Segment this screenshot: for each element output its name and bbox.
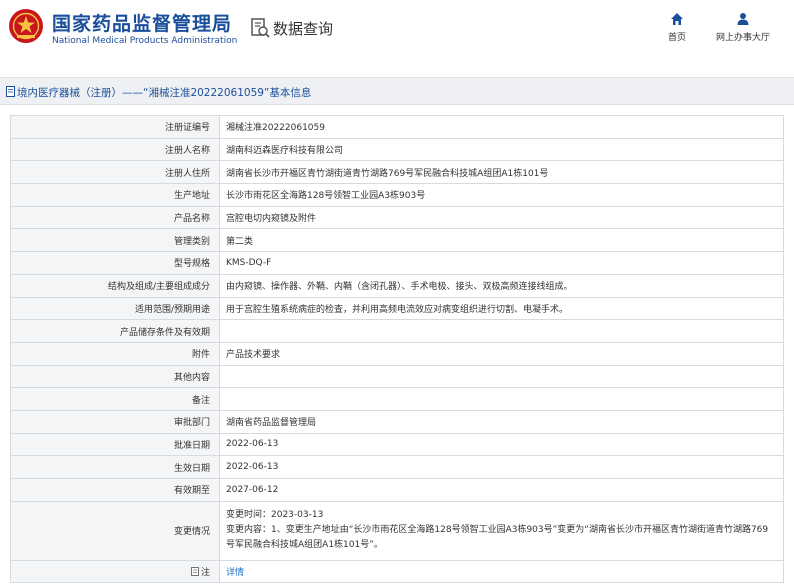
- field-value: KMS-DQ-F: [219, 251, 784, 275]
- table-row: 产品名称 宫腔电切内窥镜及附件: [10, 205, 784, 230]
- field-value: 由内窥镜、操作器、外鞘、内鞘（含闭孔器）、手术电极、接头、双极高频连接线组成。: [219, 273, 784, 298]
- field-value: 用于宫腔生殖系统病症的检查，并利用高频电流效应对病变组织进行切割、电凝手术。: [219, 296, 784, 321]
- field-value: 2022-06-13: [219, 455, 784, 479]
- change-time: 变更时间：2023-03-13: [226, 510, 324, 521]
- change-value: 变更时间：2023-03-13 变更内容：1、变更生产地址由“长沙市雨花区全海路…: [219, 500, 784, 561]
- table-row: 生产地址 长沙市雨花区全海路128号领智工业园A3栋903号: [10, 183, 784, 207]
- field-value: 湖南科迈森医疗科技有限公司: [219, 137, 784, 162]
- field-label: 生产地址: [10, 183, 220, 207]
- field-label: 审批部门: [10, 409, 220, 434]
- field-label: 产品名称: [10, 205, 220, 230]
- field-label: 注册证编号: [10, 115, 220, 139]
- table-row: 批准日期 2022-06-13: [10, 432, 784, 457]
- details-link[interactable]: 详情: [226, 568, 244, 578]
- field-label: 注册人名称: [10, 137, 220, 162]
- field-label: 其他内容: [10, 364, 220, 389]
- field-value: 宫腔电切内窥镜及附件: [219, 205, 784, 230]
- field-label: 附件: [10, 341, 220, 366]
- query-title: 数据查询: [273, 20, 334, 38]
- site-header: 国家药品监督管理局 National Medical Products Admi…: [0, 0, 794, 62]
- field-value: 湖南省长沙市开福区青竹湖街道青竹湖路769号军民融合科技城A组团A1栋101号: [219, 160, 784, 185]
- field-value: 湖南省药品监督管理局: [219, 409, 784, 434]
- note-value: 详情: [219, 559, 784, 584]
- table-row: 型号规格 KMS-DQ-F: [10, 251, 784, 275]
- site-title: 国家药品监督管理局: [52, 13, 233, 35]
- table-row: 注册证编号 湘械注准20222061059: [10, 115, 784, 139]
- table-row: 管理类别 第二类: [10, 228, 784, 253]
- change-content: 变更内容：1、变更生产地址由“长沙市雨花区全海路128号领智工业园A3栋903号…: [226, 525, 769, 551]
- field-label: 管理类别: [10, 228, 220, 253]
- table-row: 备注: [10, 387, 784, 411]
- document-icon: [6, 86, 15, 97]
- table-row: 产品储存条件及有效期: [10, 319, 784, 343]
- table-row: 注册人住所 湖南省长沙市开福区青竹湖街道青竹湖路769号军民融合科技城A组团A1…: [10, 160, 784, 185]
- nav-online-hall-label: 网上办事大厅: [715, 33, 770, 43]
- table-row: 生效日期 2022-06-13: [10, 455, 784, 479]
- note-row: 注 详情: [10, 559, 784, 584]
- field-value: 湘械注准20222061059: [219, 115, 784, 139]
- field-label: 有效期至: [10, 478, 220, 502]
- field-label: 注册人住所: [10, 160, 220, 185]
- table-row: 审批部门 湖南省药品监督管理局: [10, 409, 784, 434]
- change-row: 变更情况 变更时间：2023-03-13 变更内容：1、变更生产地址由“长沙市雨…: [10, 500, 784, 561]
- table-row: 附件 产品技术要求: [10, 341, 784, 366]
- user-icon: [737, 13, 749, 25]
- field-value: 2022-06-13: [219, 432, 784, 457]
- detail-table: 注册证编号 湘械注准20222061059 注册人名称 湖南科迈森医疗科技有限公…: [10, 115, 784, 584]
- note-icon: [191, 567, 199, 576]
- field-label: 适用范围/预期用途: [10, 296, 220, 321]
- field-value: 长沙市雨花区全海路128号领智工业园A3栋903号: [219, 183, 784, 207]
- field-value: [219, 319, 784, 343]
- table-row: 有效期至 2027-06-12: [10, 478, 784, 502]
- nav-online-hall[interactable]: 网上办事大厅: [710, 12, 776, 43]
- site-subtitle: National Medical Products Administration: [52, 36, 238, 46]
- record-title: 境内医疗器械（注册）——“湘械注准20222061059”基本信息: [17, 87, 312, 99]
- record-title-bar: 境内医疗器械（注册）——“湘械注准20222061059”基本信息: [0, 77, 794, 105]
- table-row: 适用范围/预期用途 用于宫腔生殖系统病症的检查，并利用高频电流效应对病变组织进行…: [10, 296, 784, 321]
- field-label: 备注: [10, 387, 220, 411]
- note-label-text: 注: [200, 568, 210, 579]
- field-value: 第二类: [219, 228, 784, 253]
- field-label: 产品储存条件及有效期: [10, 319, 220, 343]
- field-value: 产品技术要求: [219, 341, 784, 366]
- field-value: [219, 387, 784, 411]
- nav-home-label: 首页: [667, 33, 686, 43]
- emblem-logo[interactable]: [8, 8, 44, 44]
- nav-home[interactable]: 首页: [662, 12, 692, 43]
- field-label: 型号规格: [10, 251, 220, 275]
- note-label: 注: [10, 559, 220, 584]
- field-value: 2027-06-12: [219, 478, 784, 502]
- change-label: 变更情况: [10, 500, 220, 561]
- home-icon: [671, 13, 683, 25]
- table-row: 结构及组成/主要组成成分 由内窥镜、操作器、外鞘、内鞘（含闭孔器）、手术电极、接…: [10, 273, 784, 298]
- table-row: 其他内容: [10, 364, 784, 389]
- field-value: [219, 364, 784, 389]
- field-label: 生效日期: [10, 455, 220, 479]
- table-row: 注册人名称 湖南科迈森医疗科技有限公司: [10, 137, 784, 162]
- field-label: 结构及组成/主要组成成分: [10, 273, 220, 298]
- search-document-icon: [251, 18, 270, 38]
- field-label: 批准日期: [10, 432, 220, 457]
